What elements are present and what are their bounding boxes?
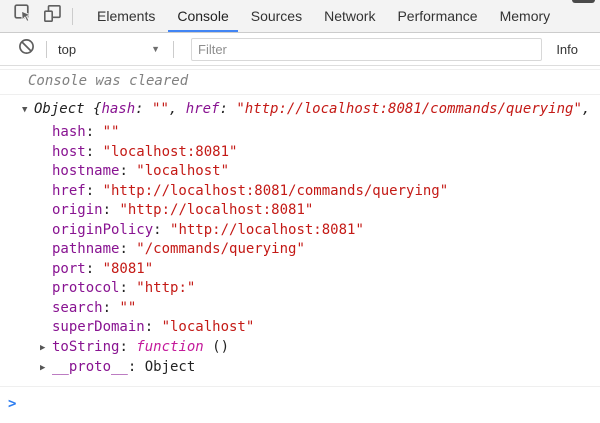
- colon-separator: :: [128, 359, 145, 375]
- tab-performance[interactable]: Performance: [386, 0, 488, 32]
- object-property-row: originPolicy: "http://localhost:8081": [40, 221, 600, 241]
- property-value: "localhost:8081": [103, 144, 238, 160]
- object-property-list: hash: "" host: "localhost:8081" hostname…: [40, 123, 600, 379]
- expand-triangle-icon[interactable]: ▼: [22, 101, 31, 121]
- preview-prop-value: "": [152, 101, 169, 117]
- property-name: port: [52, 261, 86, 277]
- devtools-window: Elements Console Sources Network Perform…: [0, 0, 600, 423]
- property-value: "http://localhost:8081": [119, 202, 313, 218]
- tab-elements[interactable]: Elements: [86, 0, 166, 32]
- object-property-row: host: "localhost:8081": [40, 143, 600, 163]
- object-label: Object {: [34, 101, 101, 117]
- devtools-tab-bar: Elements Console Sources Network Perform…: [0, 0, 600, 33]
- function-args: (): [204, 339, 229, 355]
- object-property-row: search: "": [40, 299, 600, 319]
- preview-prop-name: hash: [101, 101, 135, 117]
- tab-console[interactable]: Console: [166, 0, 239, 32]
- colon-separator: :: [86, 261, 103, 277]
- console-cleared-message: Console was cleared: [0, 69, 600, 95]
- colon-separator: :: [153, 222, 170, 238]
- trailing-comma: ,: [582, 101, 590, 117]
- object-property-row: protocol: "http:": [40, 279, 600, 299]
- log-level-selector[interactable]: Info: [556, 42, 578, 57]
- object-property-row: hash: "": [40, 123, 600, 143]
- console-object-entry: ▼Object {hash: "", href: "http://localho…: [0, 95, 600, 387]
- object-property-row: href: "http://localhost:8081/commands/qu…: [40, 182, 600, 202]
- property-value: "localhost": [162, 319, 255, 335]
- property-value: "localhost": [136, 163, 229, 179]
- property-name: originPolicy: [52, 222, 153, 238]
- property-name: search: [52, 300, 103, 316]
- property-name: pathname: [52, 241, 119, 257]
- property-name: hash: [52, 124, 86, 140]
- property-name: hostname: [52, 163, 119, 179]
- colon-separator: :: [219, 101, 236, 117]
- property-value: Object: [145, 359, 196, 375]
- object-property-row: port: "8081": [40, 260, 600, 280]
- console-filter-input[interactable]: [191, 38, 542, 61]
- property-name: superDomain: [52, 319, 145, 335]
- proto-property-row: ▶__proto__: Object: [40, 358, 600, 379]
- inspect-element-icon: [14, 4, 33, 28]
- object-property-row: origin: "http://localhost:8081": [40, 201, 600, 221]
- device-toolbar-icon: [43, 4, 62, 28]
- colon-separator: :: [119, 163, 136, 179]
- colon-separator: :: [86, 144, 103, 160]
- object-property-row: superDomain: "localhost": [40, 318, 600, 338]
- collapse-triangle-icon[interactable]: ▶: [40, 339, 49, 359]
- comma-separator: ,: [169, 101, 186, 117]
- toolbar-divider: [173, 41, 174, 58]
- property-value: "": [119, 300, 136, 316]
- toolbar-divider: [72, 8, 73, 25]
- property-name: href: [52, 183, 86, 199]
- property-name: origin: [52, 202, 103, 218]
- device-toolbar-button[interactable]: [38, 0, 67, 32]
- preview-prop-value: "http://localhost:8081/commands/querying…: [236, 101, 582, 117]
- colon-separator: :: [119, 280, 136, 296]
- colon-separator: :: [86, 124, 103, 140]
- execution-context-selector[interactable]: top ▼: [52, 42, 168, 57]
- property-name: protocol: [52, 280, 119, 296]
- property-value: "": [103, 124, 120, 140]
- preview-prop-name: href: [186, 101, 220, 117]
- prompt-chevron-icon: >: [8, 396, 16, 412]
- colon-separator: :: [119, 241, 136, 257]
- context-selected-value: top: [58, 42, 76, 57]
- property-value: "http:": [136, 280, 195, 296]
- colon-separator: :: [103, 300, 120, 316]
- console-toolbar: top ▼ Info: [0, 33, 600, 66]
- property-name: toString: [52, 339, 119, 355]
- clear-console-icon: [18, 38, 35, 60]
- window-edge-artifact: [572, 0, 595, 3]
- property-value: "8081": [103, 261, 154, 277]
- chevron-down-icon: ▼: [151, 44, 160, 54]
- property-value: "http://localhost:8081": [170, 222, 364, 238]
- colon-separator: :: [135, 101, 152, 117]
- tab-network[interactable]: Network: [313, 0, 386, 32]
- function-keyword: function: [136, 339, 203, 355]
- tab-sources[interactable]: Sources: [240, 0, 313, 32]
- panel-tabs: Elements Console Sources Network Perform…: [86, 0, 561, 32]
- inspect-element-button[interactable]: [9, 0, 38, 32]
- property-value: "/commands/querying": [136, 241, 305, 257]
- clear-console-button[interactable]: [12, 38, 41, 60]
- object-preview-line: ▼Object {hash: "", href: "http://localho…: [22, 100, 600, 121]
- property-name: __proto__: [52, 359, 128, 375]
- tab-memory[interactable]: Memory: [489, 0, 562, 32]
- console-prompt[interactable]: >: [0, 387, 600, 415]
- colon-separator: :: [86, 183, 103, 199]
- colon-separator: :: [119, 339, 136, 355]
- console-messages: Console was cleared ▼Object {hash: "", h…: [0, 66, 600, 414]
- property-value: "http://localhost:8081/commands/querying…: [103, 183, 449, 199]
- collapse-triangle-icon[interactable]: ▶: [40, 359, 49, 379]
- tostring-property-row: ▶toString: function (): [40, 338, 600, 359]
- colon-separator: :: [103, 202, 120, 218]
- object-property-row: pathname: "/commands/querying": [40, 240, 600, 260]
- object-property-row: hostname: "localhost": [40, 162, 600, 182]
- colon-separator: :: [145, 319, 162, 335]
- toolbar-divider: [46, 41, 47, 58]
- property-name: host: [52, 144, 86, 160]
